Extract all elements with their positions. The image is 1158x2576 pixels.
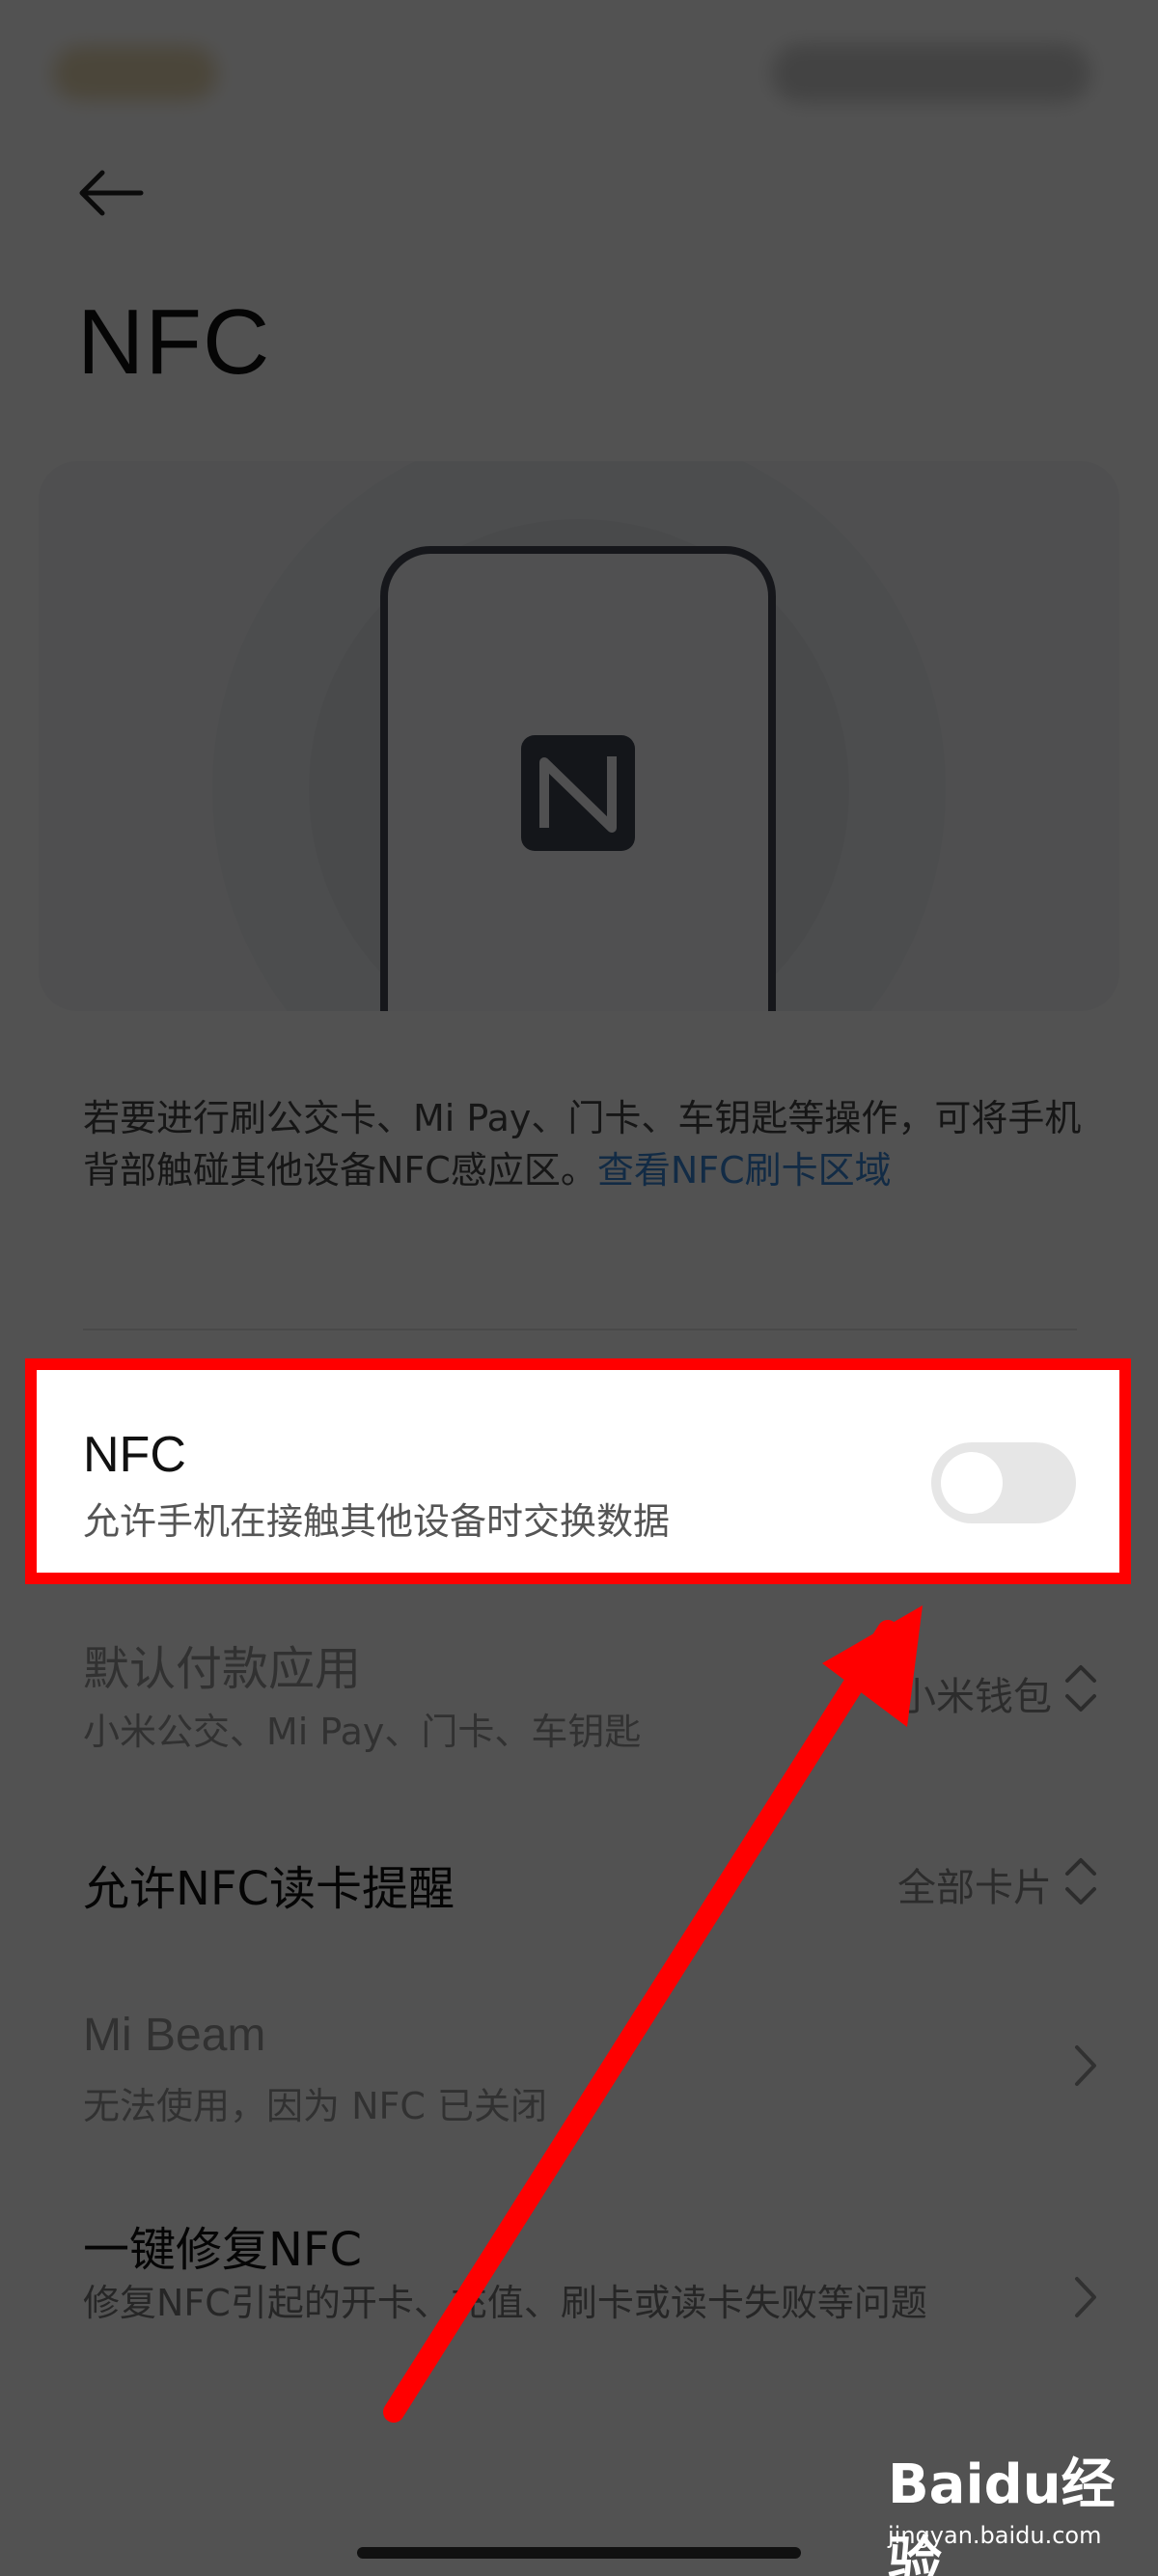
nfc-illustration <box>39 461 1119 1011</box>
watermark-brand: Baidu经验 <box>888 2453 1116 2576</box>
default-payment-row[interactable]: 默认付款应用 小米公交、Mi Pay、门卡、车钥匙 小米钱包 <box>0 1631 1158 1756</box>
nfc-settings-screen: NFC 若要进行刷公交卡、Mi Pay、门卡、车钥匙等操作，可将手机背部触碰其他… <box>0 0 1158 2576</box>
back-arrow-icon <box>79 170 144 216</box>
nfc-area-link[interactable]: 查看NFC刷卡区域 <box>597 1149 892 1192</box>
section-divider <box>83 1329 1077 1330</box>
mi-beam-summary: 无法使用，因为 NFC 已关闭 <box>83 2085 547 2127</box>
mi-beam-label: Mi Beam <box>83 2010 266 2061</box>
home-indicator <box>357 2547 801 2559</box>
updown-chevron-icon <box>1065 1858 1096 1905</box>
chevron-right-icon <box>1075 2277 1096 2317</box>
page-title: NFC <box>77 290 271 394</box>
nfc-read-reminder-row[interactable]: 允许NFC读卡提醒 全部卡片 <box>0 1845 1158 1922</box>
baidu-jingyan-watermark: Baidu经验 jingyan.baidu.com <box>888 2441 1139 2576</box>
nfc-description: 若要进行刷公交卡、Mi Pay、门卡、车钥匙等操作，可将手机背部触碰其他设备NF… <box>83 1092 1087 1196</box>
description-text: 若要进行刷公交卡、Mi Pay、门卡、车钥匙等操作，可将手机背部触碰其他设备NF… <box>83 1097 1082 1192</box>
default-payment-summary: 小米公交、Mi Pay、门卡、车钥匙 <box>83 1711 642 1753</box>
default-payment-label: 默认付款应用 <box>83 1642 362 1696</box>
chevron-right-icon <box>1075 2045 1096 2086</box>
nfc-read-reminder-label: 允许NFC读卡提醒 <box>83 1862 455 1916</box>
repair-nfc-label: 一键修复NFC <box>83 2223 363 2277</box>
back-button[interactable] <box>77 154 164 232</box>
nfc-logo-icon <box>521 735 635 851</box>
updown-chevron-icon <box>1065 1665 1096 1712</box>
watermark-site: jingyan.baidu.com <box>888 2522 1102 2549</box>
toggle-knob <box>941 1452 1003 1514</box>
nfc-toggle-summary: 允许手机在接触其他设备时交换数据 <box>83 1500 671 1543</box>
default-payment-value: 小米钱包 <box>897 1675 1052 1719</box>
nfc-toggle-label: NFC <box>83 1427 186 1483</box>
status-bar-right <box>772 44 1090 102</box>
nfc-read-reminder-value: 全部卡片 <box>897 1866 1052 1910</box>
nfc-toggle-switch[interactable] <box>931 1442 1076 1523</box>
status-bar-left <box>53 46 217 100</box>
repair-nfc-row[interactable]: 一键修复NFC 修复NFC引起的开卡、充值、刷卡或读卡失败等问题 <box>0 2211 1158 2385</box>
repair-nfc-summary: 修复NFC引起的开卡、充值、刷卡或读卡失败等问题 <box>83 2282 927 2324</box>
mi-beam-row[interactable]: Mi Beam 无法使用，因为 NFC 已关闭 <box>0 2009 1158 2134</box>
